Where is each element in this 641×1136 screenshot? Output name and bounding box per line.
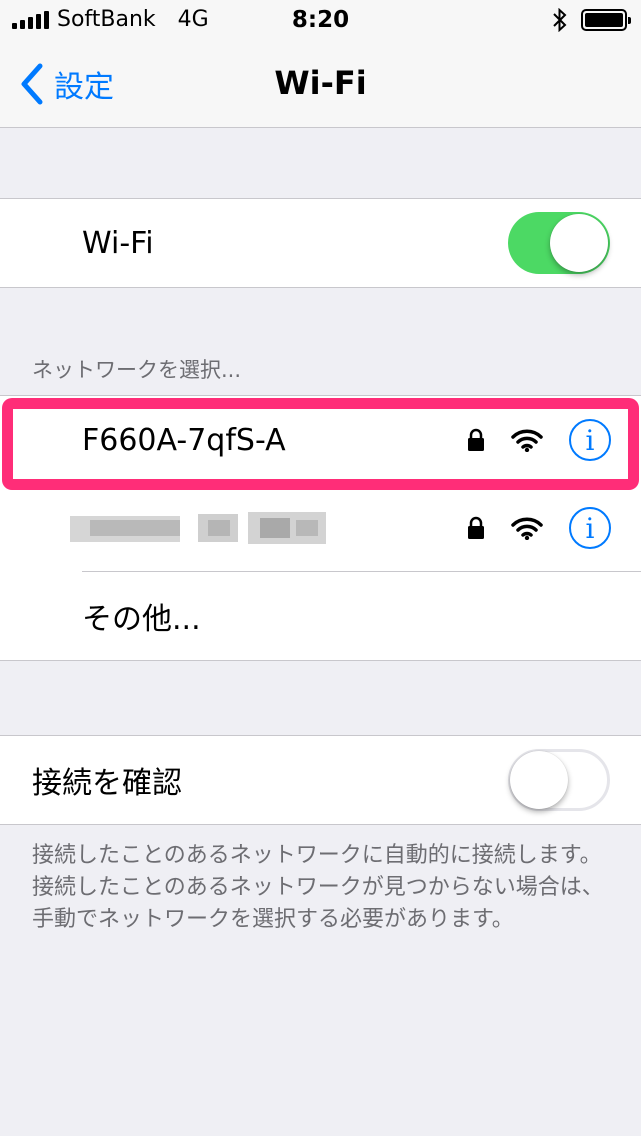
page-title: Wi-Fi [274,64,367,102]
wifi-signal-icon [511,517,543,540]
wifi-toggle-row: Wi-Fi [0,199,641,287]
wifi-toggle[interactable] [508,212,610,274]
ask-to-join-row: 接続を確認 [0,736,641,824]
lock-icon [468,516,484,539]
network-name-blurred [70,506,340,550]
network-row[interactable]: i [0,484,641,572]
toggle-knob [550,214,608,272]
ask-to-join-group: 接続を確認 [0,735,641,825]
network-icons: i [467,507,611,549]
info-icon[interactable]: i [569,507,611,549]
other-network-label: その他... [82,602,201,637]
status-bar: SoftBank 4G 8:20 [0,0,641,40]
status-right [553,8,631,32]
ask-to-join-toggle[interactable] [508,749,610,811]
navigation-bar: 設定 Wi-Fi [0,40,641,128]
ask-to-join-footer: 接続したことのあるネットワークに自動的に接続します。接続したことのあるネットワー… [32,843,604,932]
bluetooth-icon [553,8,567,32]
status-time: 8:20 [291,7,350,33]
toggle-knob [510,751,568,809]
other-network-row[interactable]: その他... [0,572,641,660]
networks-section-header: ネットワークを選択... [32,358,242,382]
highlight-box [2,398,639,490]
wifi-toggle-group: Wi-Fi [0,198,641,288]
ask-to-join-label: 接続を確認 [32,766,182,801]
wifi-label: Wi-Fi [82,225,154,261]
battery-icon [581,9,631,31]
